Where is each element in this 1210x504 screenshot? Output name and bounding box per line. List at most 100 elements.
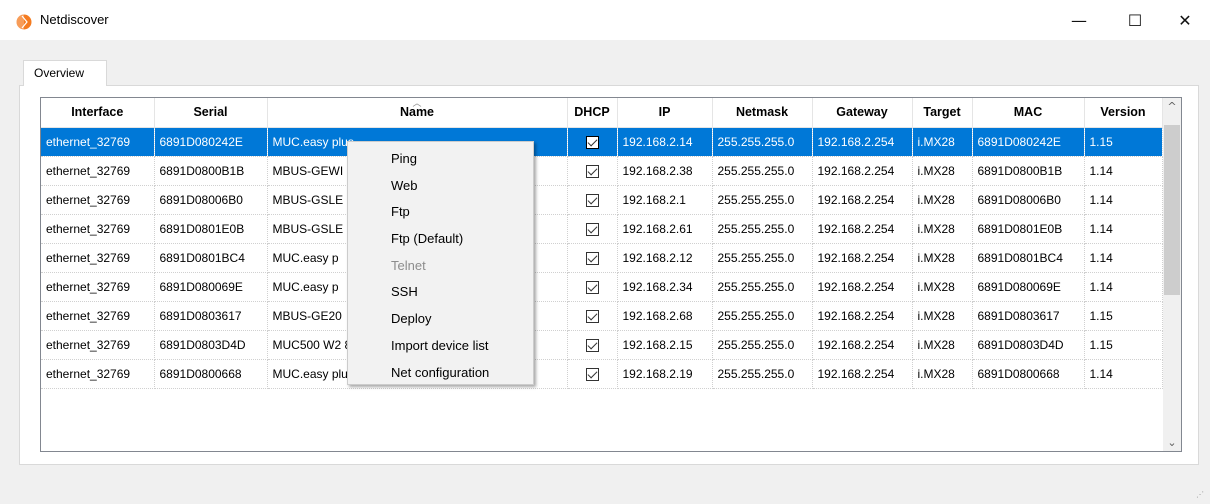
cell-interface[interactable]: ethernet_32769 [41,243,155,273]
cell-mac[interactable]: 6891D0803617 [972,301,1085,331]
cell-version[interactable]: 1.14 [1084,214,1163,244]
context-menu[interactable]: Ping Web Ftp Ftp (Default) Telnet SSH Deploy Im… [347,141,534,385]
cell-version[interactable]: 1.14 [1084,185,1163,215]
cell-dhcp[interactable] [567,301,618,331]
cell-interface[interactable]: ethernet_32769 [41,330,155,360]
cell-netmask[interactable]: 255.255.255.0 [712,272,813,302]
cell-mac[interactable]: 6891D0800B1B [972,156,1085,186]
cell-netmask[interactable]: 255.255.255.0 [712,185,813,215]
cell-serial[interactable]: 6891D0800668 [154,359,268,389]
cell-dhcp[interactable] [567,127,618,157]
table-row[interactable]: ethernet_32769 6891D080242E MUC.easy plus 1… [41,127,1163,157]
column-header-serial[interactable]: Serial [154,98,268,128]
dhcp-checkbox-checked-icon[interactable] [585,309,599,323]
cell-version[interactable]: 1.14 [1084,243,1163,273]
cell-dhcp[interactable] [567,185,618,215]
maximize-button[interactable]: ☐ [1112,0,1158,40]
cell-gateway[interactable]: 192.168.2.254 [812,330,913,360]
scroll-down-icon[interactable]: ⌄ [1163,434,1181,451]
scrollbar-thumb[interactable] [1164,125,1180,295]
dhcp-checkbox-checked-icon[interactable] [585,251,599,265]
cell-serial[interactable]: 6891D0803D4D [154,330,268,360]
cell-ip[interactable]: 192.168.2.68 [617,301,713,331]
column-header-ip[interactable]: IP [617,98,713,128]
table-row[interactable]: ethernet_32769 6891D08006B0 MBUS-GSLE 192.1… [41,185,1163,215]
cell-ip[interactable]: 192.168.2.14 [617,127,713,157]
cell-serial[interactable]: 6891D0801E0B [154,214,268,244]
cell-target[interactable]: i.MX28 [912,272,973,302]
column-header-gateway[interactable]: Gateway [812,98,913,128]
cell-serial[interactable]: 6891D0803617 [154,301,268,331]
dhcp-checkbox-checked-icon[interactable] [585,193,599,207]
table-row[interactable]: ethernet_32769 6891D0800B1B MBUS-GEWI 192.1… [41,156,1163,186]
cell-version[interactable]: 1.15 [1084,127,1163,157]
cell-netmask[interactable]: 255.255.255.0 [712,243,813,273]
cell-gateway[interactable]: 192.168.2.254 [812,156,913,186]
cell-netmask[interactable]: 255.255.255.0 [712,156,813,186]
cell-target[interactable]: i.MX28 [912,185,973,215]
menu-item-import-device-list[interactable]: Import device list [348,333,533,360]
cell-version[interactable]: 1.14 [1084,272,1163,302]
cell-target[interactable]: i.MX28 [912,359,973,389]
cell-version[interactable]: 1.15 [1084,330,1163,360]
vertical-scrollbar[interactable]: ^ ⌄ [1163,98,1181,451]
cell-version[interactable]: 1.15 [1084,301,1163,331]
cell-dhcp[interactable] [567,359,618,389]
cell-gateway[interactable]: 192.168.2.254 [812,272,913,302]
dhcp-checkbox-checked-icon[interactable] [585,135,599,149]
table-row[interactable]: ethernet_32769 6891D0801BC4 MUC.easy p 192.… [41,243,1163,273]
dhcp-checkbox-checked-icon[interactable] [585,164,599,178]
cell-gateway[interactable]: 192.168.2.254 [812,243,913,273]
cell-netmask[interactable]: 255.255.255.0 [712,330,813,360]
cell-target[interactable]: i.MX28 [912,214,973,244]
cell-interface[interactable]: ethernet_32769 [41,156,155,186]
cell-interface[interactable]: ethernet_32769 [41,272,155,302]
column-header-interface[interactable]: Interface [41,98,155,128]
cell-netmask[interactable]: 255.255.255.0 [712,359,813,389]
cell-target[interactable]: i.MX28 [912,301,973,331]
cell-mac[interactable]: 6891D08006B0 [972,185,1085,215]
menu-item-net-configuration[interactable]: Net configuration [348,360,533,387]
cell-gateway[interactable]: 192.168.2.254 [812,185,913,215]
column-header-mac[interactable]: MAC [972,98,1085,128]
cell-target[interactable]: i.MX28 [912,243,973,273]
cell-ip[interactable]: 192.168.2.1 [617,185,713,215]
cell-mac[interactable]: 6891D080242E [972,127,1085,157]
cell-ip[interactable]: 192.168.2.19 [617,359,713,389]
cell-mac[interactable]: 6891D080069E [972,272,1085,302]
menu-item-deploy[interactable]: Deploy [348,306,533,333]
cell-interface[interactable]: ethernet_32769 [41,359,155,389]
cell-mac[interactable]: 6891D0801E0B [972,214,1085,244]
cell-dhcp[interactable] [567,214,618,244]
table-row[interactable]: ethernet_32769 6891D0801E0B MBUS-GSLE 192.1… [41,214,1163,244]
cell-serial[interactable]: 6891D0801BC4 [154,243,268,273]
cell-target[interactable]: i.MX28 [912,330,973,360]
column-header-version[interactable]: Version [1084,98,1163,128]
cell-ip[interactable]: 192.168.2.15 [617,330,713,360]
cell-mac[interactable]: 6891D0803D4D [972,330,1085,360]
cell-mac[interactable]: 6891D0800668 [972,359,1085,389]
cell-target[interactable]: i.MX28 [912,156,973,186]
cell-interface[interactable]: ethernet_32769 [41,127,155,157]
cell-netmask[interactable]: 255.255.255.0 [712,214,813,244]
column-header-name[interactable]: ︿ Name [267,98,568,128]
table-row[interactable]: ethernet_32769 6891D0803617 MBUS-GE20 192.1… [41,301,1163,331]
cell-ip[interactable]: 192.168.2.34 [617,272,713,302]
cell-netmask[interactable]: 255.255.255.0 [712,301,813,331]
cell-version[interactable]: 1.14 [1084,156,1163,186]
cell-interface[interactable]: ethernet_32769 [41,214,155,244]
cell-gateway[interactable]: 192.168.2.254 [812,127,913,157]
dhcp-checkbox-checked-icon[interactable] [585,222,599,236]
table-row[interactable]: ethernet_32769 6891D0800668 MUC.easy plus 1… [41,359,1163,389]
cell-mac[interactable]: 6891D0801BC4 [972,243,1085,273]
resize-grip-icon[interactable]: ⋰ [1196,490,1208,502]
close-button[interactable]: ✕ [1162,0,1208,40]
menu-item-ftp[interactable]: Ftp [348,199,533,226]
cell-dhcp[interactable] [567,156,618,186]
cell-netmask[interactable]: 255.255.255.0 [712,127,813,157]
menu-item-ssh[interactable]: SSH [348,279,533,306]
cell-ip[interactable]: 192.168.2.38 [617,156,713,186]
cell-ip[interactable]: 192.168.2.12 [617,243,713,273]
cell-gateway[interactable]: 192.168.2.254 [812,214,913,244]
menu-item-web[interactable]: Web [348,173,533,200]
